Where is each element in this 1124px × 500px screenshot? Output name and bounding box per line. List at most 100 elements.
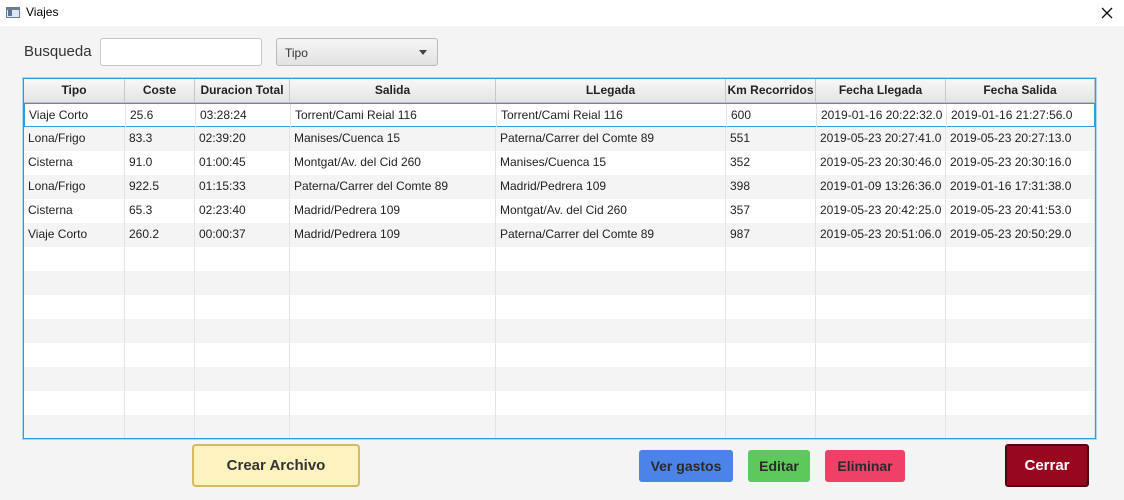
table-cell [24,391,125,415]
table-cell [125,271,195,295]
table-cell [24,271,125,295]
table-cell [496,343,726,367]
table-cell: Cisterna [24,151,125,175]
table-cell: 2019-05-23 20:27:13.0 [946,127,1095,151]
column-header[interactable]: Fecha Salida [946,79,1095,102]
table-cell: 2019-01-09 13:26:36.0 [816,175,946,199]
table-row[interactable]: Viaje Corto 25.6 03:28:24 Torrent/Cami Reia… [24,103,1095,128]
table-cell: 398 [726,175,816,199]
table-cell [125,319,195,343]
table-cell [726,295,816,319]
cerrar-button[interactable]: Cerrar [1005,444,1089,487]
editar-button[interactable]: Editar [748,450,810,482]
table-row[interactable]: Cisterna 65.3 02:23:40 Madrid/Pedrera 109 Mo… [24,199,1095,223]
table-cell: 01:15:33 [195,175,290,199]
table-cell [816,415,946,438]
table-cell [195,367,290,391]
table-cell [24,295,125,319]
table-cell [24,415,125,438]
table-cell [946,295,1095,319]
table-cell: Madrid/Pedrera 109 [290,223,496,247]
table-cell [946,415,1095,438]
table-cell [496,319,726,343]
table-cell [946,367,1095,391]
crear-archivo-button[interactable]: Crear Archivo [192,444,360,487]
table-cell [195,295,290,319]
table-cell: 2019-01-16 17:31:38.0 [946,175,1095,199]
trips-table[interactable]: Tipo Coste Duracion Total Salida LLegada Km R… [23,78,1096,439]
table-cell [195,343,290,367]
table-cell [816,343,946,367]
table-row[interactable]: Cisterna 91.0 01:00:45 Montgat/Av. del Cid … [24,151,1095,175]
table-cell [816,271,946,295]
column-header[interactable]: Duracion Total [195,79,290,102]
table-cell [290,271,496,295]
table-cell: 551 [726,127,816,151]
table-cell [290,247,496,271]
column-header[interactable]: Coste [125,79,195,102]
table-cell [125,367,195,391]
table-cell: 2019-05-23 20:27:41.0 [816,127,946,151]
table-cell: 01:00:45 [195,151,290,175]
table-cell: Lona/Frigo [24,127,125,151]
table-cell [726,247,816,271]
search-input[interactable] [100,38,262,66]
table-cell: 600 [727,104,817,128]
table-cell [24,319,125,343]
table-row[interactable]: Lona/Frigo 922.5 01:15:33 Paterna/Carrer de… [24,175,1095,199]
table-cell: 2019-01-16 20:22:32.0 [817,104,947,128]
table-cell [816,295,946,319]
table-cell [946,319,1095,343]
table-cell [125,247,195,271]
column-header[interactable]: Salida [290,79,496,102]
chevron-down-icon [419,50,427,55]
table-cell: 357 [726,199,816,223]
table-cell: 260.2 [125,223,195,247]
table-cell [496,271,726,295]
table-cell [125,343,195,367]
table-cell [290,367,496,391]
table-cell: Madrid/Pedrera 109 [496,175,726,199]
table-cell: 25.6 [126,104,196,128]
table-cell [290,415,496,438]
column-header[interactable]: Fecha Llegada [816,79,946,102]
table-cell: Paterna/Carrer del Comte 89 [496,127,726,151]
type-select[interactable]: Tipo [276,38,438,66]
table-cell: Viaje Corto [24,223,125,247]
table-row[interactable]: Viaje Corto 260.2 00:00:37 Madrid/Pedrera 1… [24,223,1095,247]
empty-table-row[interactable] [24,247,1095,271]
close-icon [1101,7,1113,19]
table-cell [496,415,726,438]
table-cell: 2019-05-23 20:50:29.0 [946,223,1095,247]
column-header[interactable]: Km Recorridos [726,79,816,102]
table-cell [816,367,946,391]
column-header[interactable]: LLegada [496,79,726,102]
table-cell: Cisterna [24,199,125,223]
table-row[interactable]: Lona/Frigo 83.3 02:39:20 Manises/Cuenca 15 P… [24,127,1095,151]
title-bar: Viajes [0,0,1124,26]
type-select-value: Tipo [285,46,308,60]
table-cell [24,367,125,391]
close-window-button[interactable] [1090,0,1124,26]
empty-table-row[interactable] [24,367,1095,391]
table-cell: 987 [726,223,816,247]
column-header[interactable]: Tipo [24,79,125,102]
table-cell [726,391,816,415]
table-cell [726,319,816,343]
table-cell [726,343,816,367]
eliminar-button[interactable]: Eliminar [825,450,905,482]
empty-table-row[interactable] [24,415,1095,438]
empty-table-row[interactable] [24,319,1095,343]
table-cell: Montgat/Av. del Cid 260 [496,199,726,223]
empty-table-row[interactable] [24,295,1095,319]
table-cell [195,415,290,438]
empty-table-row[interactable] [24,391,1095,415]
search-label: Busqueda [24,43,92,60]
empty-table-row[interactable] [24,271,1095,295]
ver-gastos-button[interactable]: Ver gastos [639,450,733,482]
table-cell [290,343,496,367]
empty-table-row[interactable] [24,343,1095,367]
table-cell: 2019-05-23 20:41:53.0 [946,199,1095,223]
table-cell [816,247,946,271]
table-cell: 83.3 [125,127,195,151]
